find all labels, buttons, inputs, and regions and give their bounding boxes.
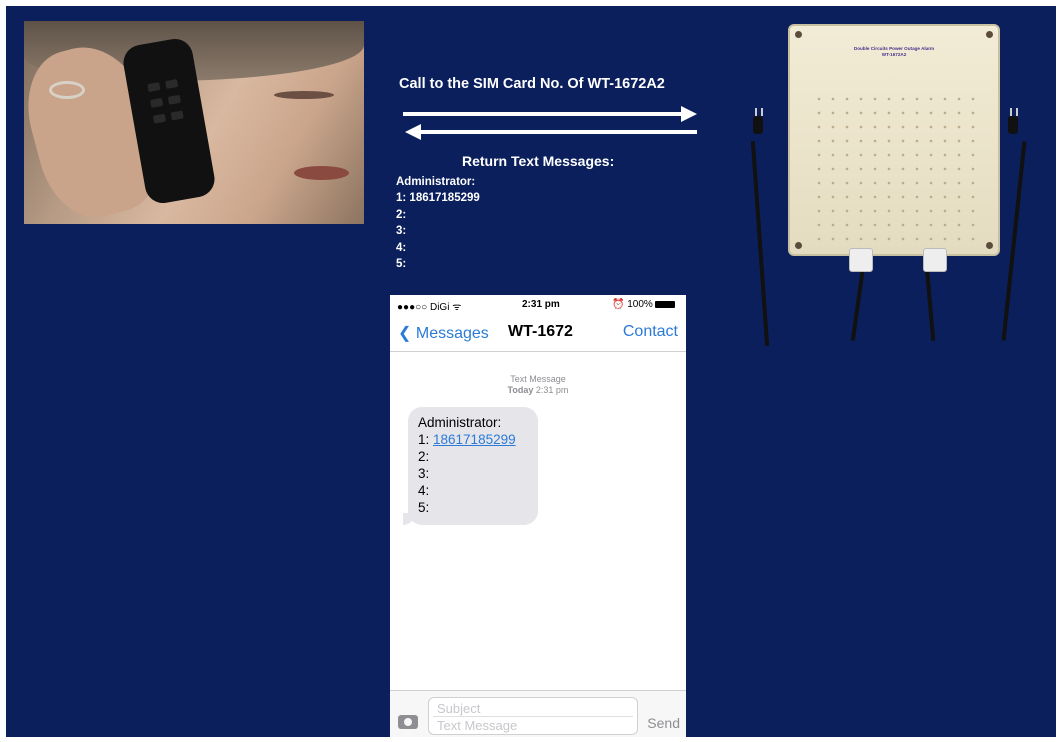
conversation-title: WT-1672 <box>508 323 573 340</box>
timestamp-day: Today <box>507 385 534 395</box>
bubble-prefix: 1: <box>418 432 434 447</box>
phone-key <box>150 97 164 108</box>
alarm-icon: ⏰ <box>612 299 625 310</box>
nav-bar: ❮ Messages WT-1672 Contact <box>390 315 686 352</box>
bubble-line: 4: <box>418 483 430 498</box>
plug-prong <box>1010 108 1012 116</box>
bubble-line: 3: <box>418 466 430 481</box>
sms-screenshot: ●●●○○ DiGi ᯤ 2:31 pm ⏰ 100% ❮ Messages W… <box>390 295 686 737</box>
plug-prong <box>761 108 763 116</box>
right-power-cable <box>1001 141 1027 341</box>
screw <box>986 31 993 38</box>
plug-prong <box>755 108 757 116</box>
bottom-cable <box>850 266 866 341</box>
phone-key <box>170 110 184 121</box>
bottom-cable <box>924 265 936 342</box>
phone-key <box>167 94 181 105</box>
return-line: 2: <box>396 208 407 221</box>
bidirectional-arrows <box>403 106 697 140</box>
alarm-device-photo: Double Circuits Power Outage Alarm WT-16… <box>726 16 1036 346</box>
return-line: 1: 18617185299 <box>396 192 480 205</box>
phone-key <box>147 82 161 93</box>
left-power-cable <box>750 141 770 346</box>
carrier-label: ●●●○○ DiGi ᯤ <box>397 302 462 313</box>
speaker-grille <box>812 92 978 242</box>
arrow-left-head <box>405 124 421 140</box>
field-divider <box>433 716 633 717</box>
call-instruction-text: Call to the SIM Card No. Of WT-1672A2 <box>399 76 665 92</box>
timestamp-time: 2:31 pm <box>535 385 569 395</box>
arrow-right-head <box>681 106 697 122</box>
woman-on-phone-photo <box>24 21 364 224</box>
message-input[interactable]: Text Message <box>437 718 517 733</box>
bubble-line: 1: 18617185299 <box>418 431 538 448</box>
battery-icon <box>654 300 675 308</box>
screw <box>795 31 802 38</box>
slide-background: Call to the SIM Card No. Of WT-1672A2 Re… <box>6 6 1056 737</box>
screw <box>986 242 993 249</box>
send-button[interactable]: Send <box>647 715 680 731</box>
bubble-line: 2: <box>418 449 430 464</box>
battery-percent: 100% <box>627 299 653 310</box>
status-time: 2:31 pm <box>522 299 560 310</box>
message-bubble: Administrator: 1: 18617185299 2: 3: 4: 5… <box>403 407 538 525</box>
compose-field[interactable]: Subject Text Message <box>428 697 638 735</box>
status-bar: ●●●○○ DiGi ᯤ 2:31 pm ⏰ 100% <box>390 295 686 313</box>
bubble-line: Administrator: <box>418 415 502 430</box>
subject-input[interactable]: Subject <box>437 701 480 716</box>
alarm-enclosure: Double Circuits Power Outage Alarm WT-16… <box>788 24 1000 256</box>
bubble-tail <box>403 513 415 525</box>
cable-gland <box>923 248 947 272</box>
cable-gland <box>849 248 873 272</box>
return-messages-title: Return Text Messages: <box>462 153 615 169</box>
device-label-line2: WT-1672A2 <box>881 52 907 57</box>
message-type-label: Text Message <box>510 374 566 384</box>
phone-key <box>165 79 179 89</box>
compose-bar: Subject Text Message Send <box>390 690 686 737</box>
return-line: 3: <box>396 225 407 238</box>
ring-shape <box>49 81 85 99</box>
back-button[interactable]: ❮ Messages <box>398 323 489 343</box>
chevron-left-icon: ❮ <box>398 325 412 342</box>
right-plug <box>1008 116 1018 134</box>
mouth-shape <box>294 166 349 180</box>
camera-icon[interactable] <box>398 715 418 729</box>
device-label: Double Circuits Power Outage Alarm WT-16… <box>790 46 998 58</box>
message-timestamp: Today 2:31 pm <box>390 385 686 395</box>
plug-prong <box>1016 108 1018 116</box>
phone-key <box>152 113 167 124</box>
phone-number-link[interactable]: 18617185299 <box>433 432 516 447</box>
return-line: Administrator: <box>396 176 476 188</box>
screw <box>795 242 802 249</box>
bubble-line: 5: <box>418 500 430 515</box>
back-label: Messages <box>415 325 489 342</box>
return-line: 5: <box>396 258 407 271</box>
return-messages-list: Administrator: 1: 18617185299 2: 3: 4: 5… <box>396 174 480 272</box>
left-plug <box>753 116 763 134</box>
battery-indicator: ⏰ 100% <box>612 299 675 310</box>
return-line: 4: <box>396 241 407 254</box>
eye-shape <box>274 91 334 99</box>
contact-button[interactable]: Contact <box>623 323 678 341</box>
